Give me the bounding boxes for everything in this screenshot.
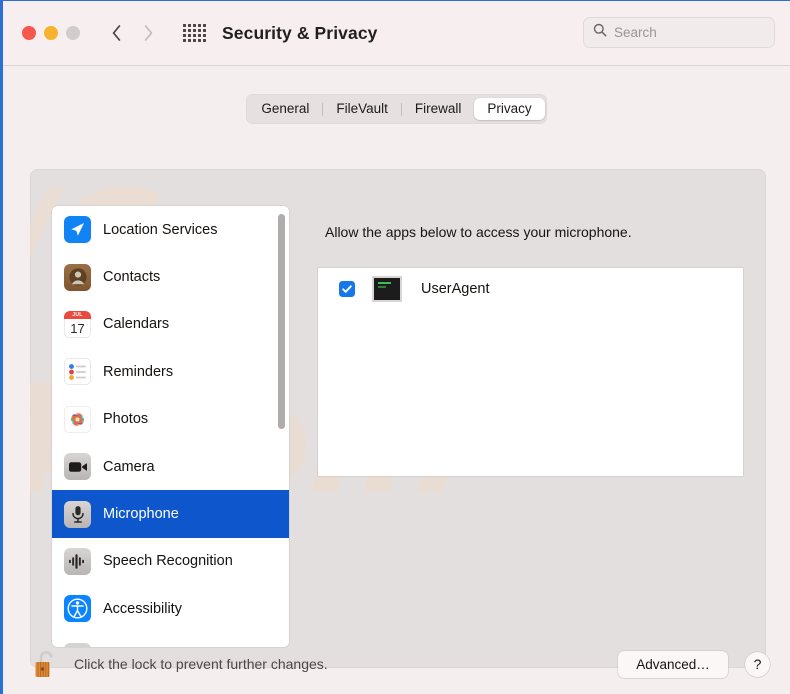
window-titlebar: Security & Privacy Search [3, 1, 790, 66]
window-bottom-bar: Click the lock to prevent further change… [3, 632, 790, 694]
accessibility-icon [64, 595, 91, 623]
list-item[interactable]: UserAgent [318, 268, 743, 310]
speech-recognition-icon [64, 547, 91, 575]
search-field[interactable]: Search [583, 17, 775, 48]
sidebar-item-label: Accessibility [103, 600, 182, 617]
calendar-month: JUL [64, 310, 91, 319]
tab-bar: General FileVault Firewall Privacy [3, 94, 790, 124]
forward-button[interactable] [140, 22, 156, 44]
sidebar-item-location-services[interactable]: Location Services [52, 206, 289, 253]
sidebar-item-label: Contacts [103, 269, 161, 286]
sidebar-scrollbar[interactable] [278, 211, 285, 642]
tab-general[interactable]: General [248, 98, 322, 120]
zoom-button[interactable] [66, 26, 80, 40]
tab-filevault[interactable]: FileVault [323, 98, 401, 120]
location-services-icon [64, 216, 91, 244]
detail-description: Allow the apps below to access your micr… [325, 224, 632, 240]
photos-icon [64, 405, 91, 433]
sidebar-scrollbar-thumb[interactable] [278, 214, 285, 429]
sidebar-item-label: Microphone [103, 506, 179, 523]
sidebar-item-label: Calendars [103, 316, 170, 333]
sidebar-item-label: Photos [103, 411, 149, 428]
sidebar-item-reminders[interactable]: Reminders [52, 348, 289, 395]
sidebar-item-contacts[interactable]: Contacts [52, 253, 289, 300]
sidebar-item-calendars[interactable]: JUL 17 Calendars [52, 301, 289, 348]
terminal-app-icon [372, 276, 402, 302]
privacy-category-list[interactable]: Location Services Contacts JUL 17 Calend… [52, 206, 289, 647]
tab-firewall[interactable]: Firewall [402, 98, 475, 120]
sidebar-item-label: Location Services [103, 221, 218, 238]
app-checkbox[interactable] [339, 281, 355, 297]
sidebar-item-microphone[interactable]: Microphone [52, 490, 289, 538]
privacy-panel: /C 4.com Location Services Contacts [30, 169, 766, 668]
calendar-day: 17 [70, 320, 85, 336]
sidebar-item-label: Reminders [103, 363, 174, 380]
nav-buttons [108, 22, 156, 44]
search-icon [593, 23, 607, 42]
app-name: UserAgent [421, 281, 490, 297]
page-title: Security & Privacy [222, 22, 378, 43]
tab-group: General FileVault Firewall Privacy [246, 94, 547, 124]
sidebar-item-camera[interactable]: Camera [52, 443, 289, 490]
contacts-icon [64, 263, 91, 291]
microphone-detail-pane: Allow the apps below to access your micr… [318, 206, 743, 647]
lock-status-text: Click the lock to prevent further change… [74, 656, 328, 672]
sidebar-item-speech-recognition[interactable]: Speech Recognition [52, 538, 289, 585]
search-placeholder: Search [614, 25, 657, 40]
window-content: /C General FileVault Firewall Privacy /C… [3, 66, 790, 694]
calendars-icon: JUL 17 [64, 310, 91, 338]
tab-privacy[interactable]: Privacy [474, 98, 545, 120]
sidebar-item-label: Camera [103, 458, 155, 475]
unlocked-padlock-icon[interactable] [31, 647, 61, 681]
reminders-icon [64, 358, 91, 386]
allowed-apps-list[interactable]: UserAgent [318, 268, 743, 476]
security-privacy-window: Security & Privacy Search /C General Fil… [0, 0, 790, 694]
close-button[interactable] [22, 26, 36, 40]
show-all-grid-icon[interactable] [183, 24, 206, 42]
traffic-lights [22, 26, 80, 40]
back-button[interactable] [108, 22, 124, 44]
camera-icon [64, 453, 91, 481]
sidebar-item-photos[interactable]: Photos [52, 396, 289, 443]
minimize-button[interactable] [44, 26, 58, 40]
help-button[interactable]: ? [745, 651, 770, 677]
sidebar-item-accessibility[interactable]: Accessibility [52, 585, 289, 632]
advanced-button[interactable]: Advanced… [618, 650, 728, 678]
microphone-icon [64, 500, 91, 528]
sidebar-item-label: Speech Recognition [103, 553, 233, 570]
